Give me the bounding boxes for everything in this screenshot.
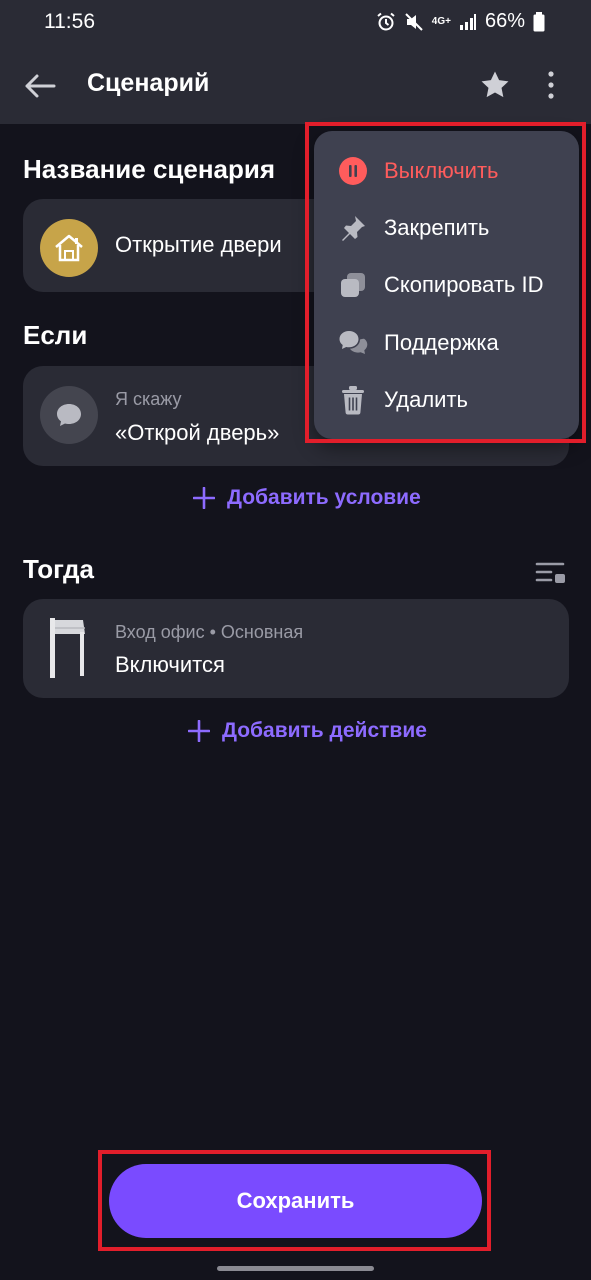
plus-icon [193, 487, 215, 509]
alarm-icon [377, 12, 395, 30]
trigger-label: Я скажу [115, 389, 182, 409]
signal-icon [459, 13, 476, 30]
gate-barrier-icon [44, 614, 94, 680]
speech-bubble-icon [40, 386, 98, 444]
house-icon [40, 219, 98, 277]
then-heading: Тогда [23, 554, 94, 584]
menu-highlight-frame [305, 122, 586, 443]
more-vertical-icon[interactable] [538, 68, 564, 102]
back-arrow-icon[interactable] [22, 68, 58, 104]
battery-level: 66% [484, 10, 525, 32]
home-indicator[interactable] [217, 1266, 374, 1271]
plus-icon [188, 720, 210, 742]
status-time: 11:56 [44, 10, 95, 33]
network-type: 4G+ [431, 16, 451, 27]
scenario-name-value: Открытие двери [115, 232, 282, 257]
page-title: Сценарий [87, 69, 210, 97]
action-card[interactable] [23, 599, 569, 698]
add-condition-button[interactable]: Добавить условие [193, 486, 421, 510]
mute-icon [405, 12, 423, 31]
star-icon[interactable] [478, 68, 512, 102]
save-button[interactable]: Сохранить [109, 1164, 482, 1238]
if-heading: Если [23, 320, 88, 350]
trigger-value: «Открой дверь» [115, 420, 280, 445]
add-condition-label: Добавить условие [227, 486, 421, 509]
scenario-name-heading: Название сценария [23, 154, 276, 184]
battery-icon [533, 11, 545, 31]
device-label: Вход офис • Основная [115, 622, 304, 642]
add-action-button[interactable]: Добавить действие [188, 719, 427, 743]
action-value: Включится [115, 652, 225, 677]
status-icons: 4G+ 66% [376, 10, 545, 33]
list-settings-icon[interactable] [535, 560, 567, 584]
add-action-label: Добавить действие [222, 719, 427, 742]
